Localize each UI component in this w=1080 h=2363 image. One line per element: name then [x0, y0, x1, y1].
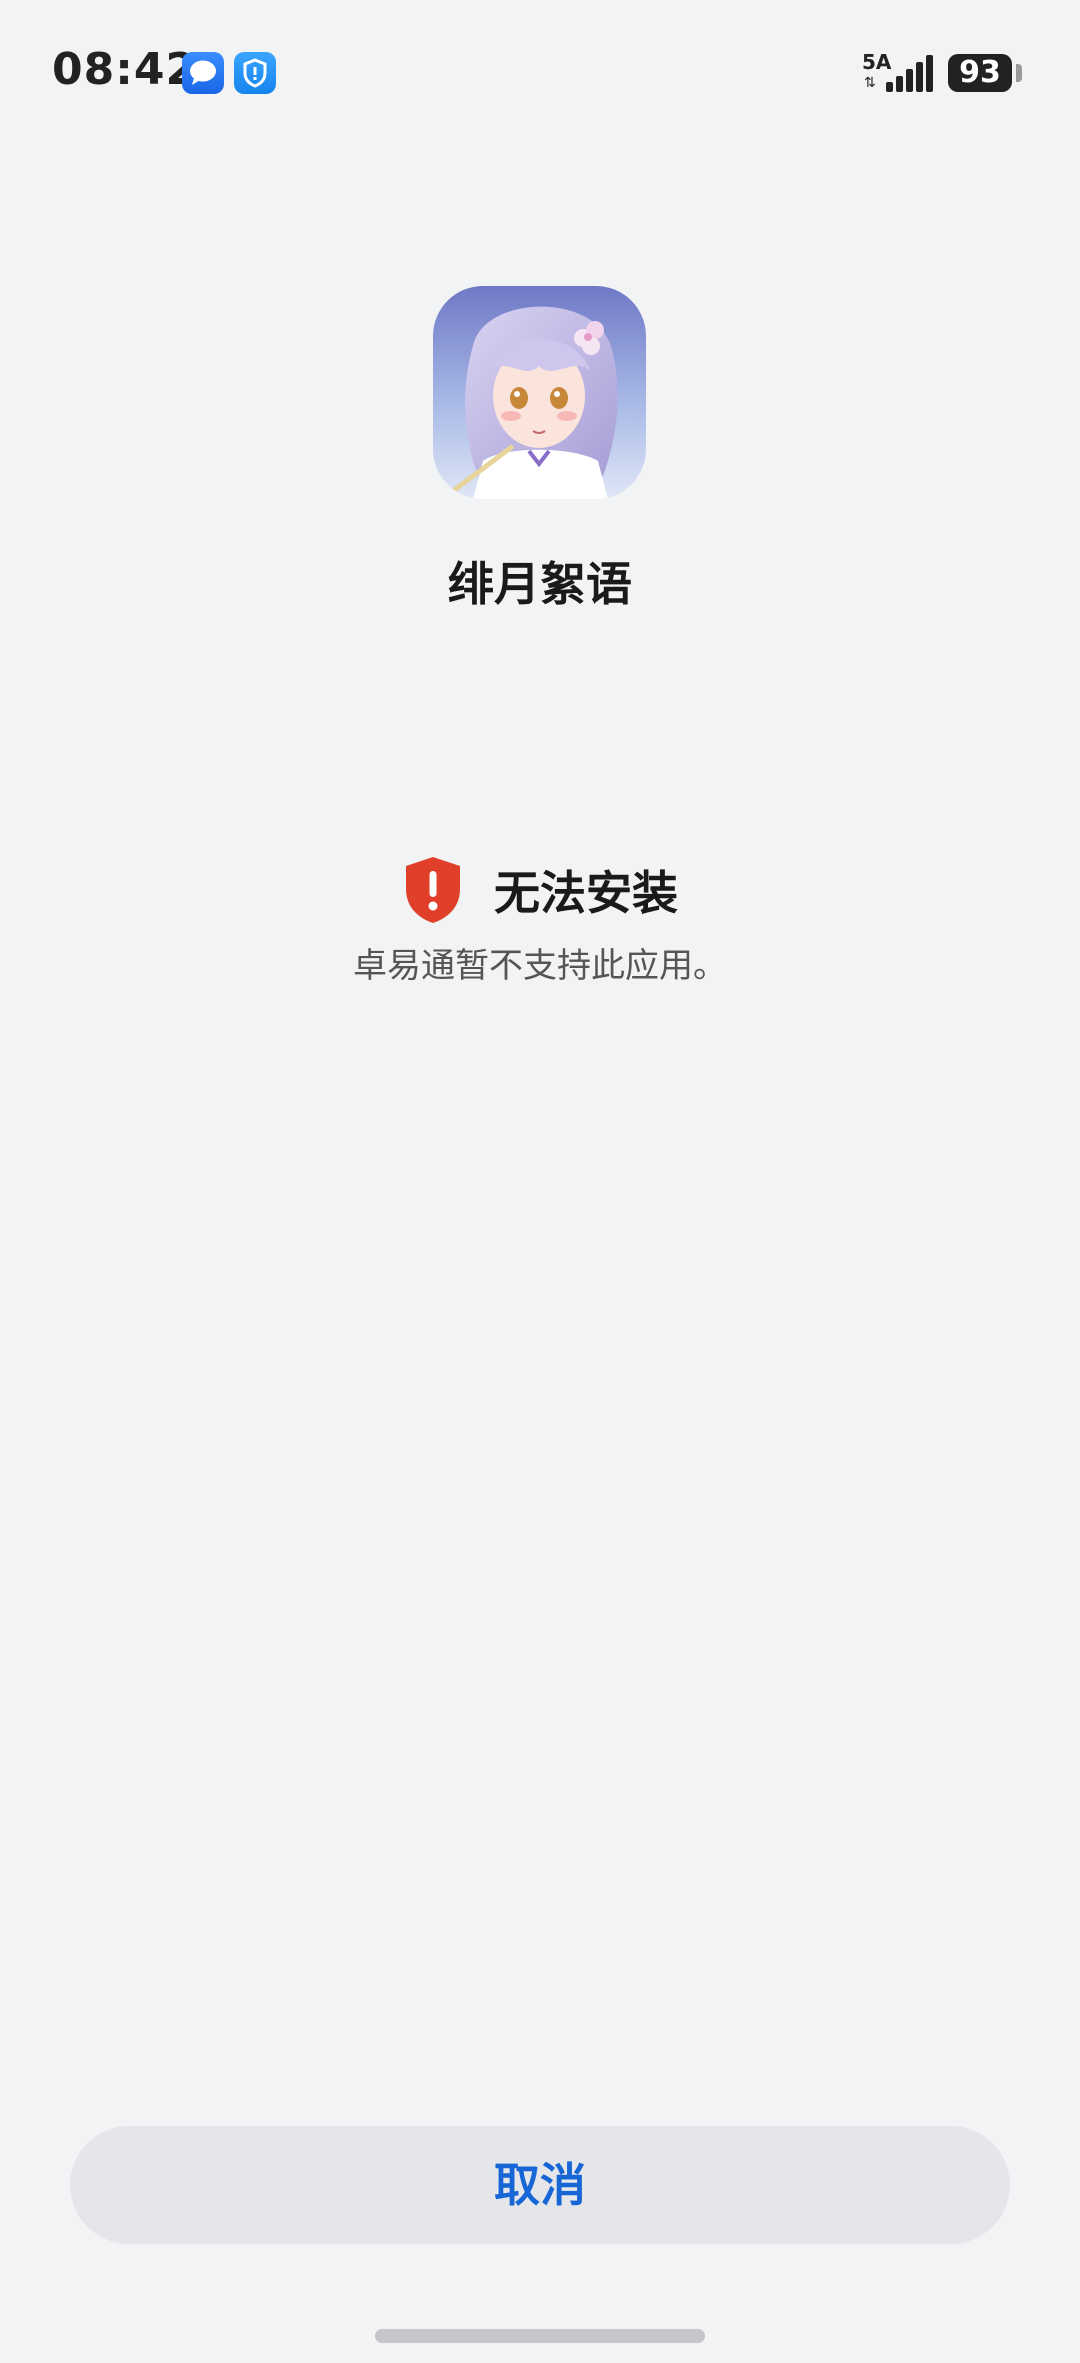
result-description: 卓易通暂不支持此应用。	[353, 946, 727, 986]
app-name: 绯月絮语	[448, 557, 632, 611]
result-title: 无法安装	[494, 866, 678, 920]
status-time: 08:42	[52, 44, 198, 95]
battery-tip	[1016, 64, 1022, 82]
cancel-button[interactable]: 取消	[70, 2126, 1010, 2244]
message-icon	[182, 52, 224, 94]
signal-strength-icon	[886, 55, 933, 92]
shield-alert-icon	[406, 857, 460, 923]
network-activity-icon: ⇅	[864, 75, 876, 91]
battery-indicator: 93	[948, 54, 1012, 92]
app-icon	[433, 286, 646, 499]
shield-app-icon	[234, 52, 276, 94]
install-result: 无法安装	[0, 852, 1080, 928]
home-indicator[interactable]	[375, 2329, 705, 2343]
status-bar: 08:42 5A ⇅ 93	[0, 0, 1080, 150]
